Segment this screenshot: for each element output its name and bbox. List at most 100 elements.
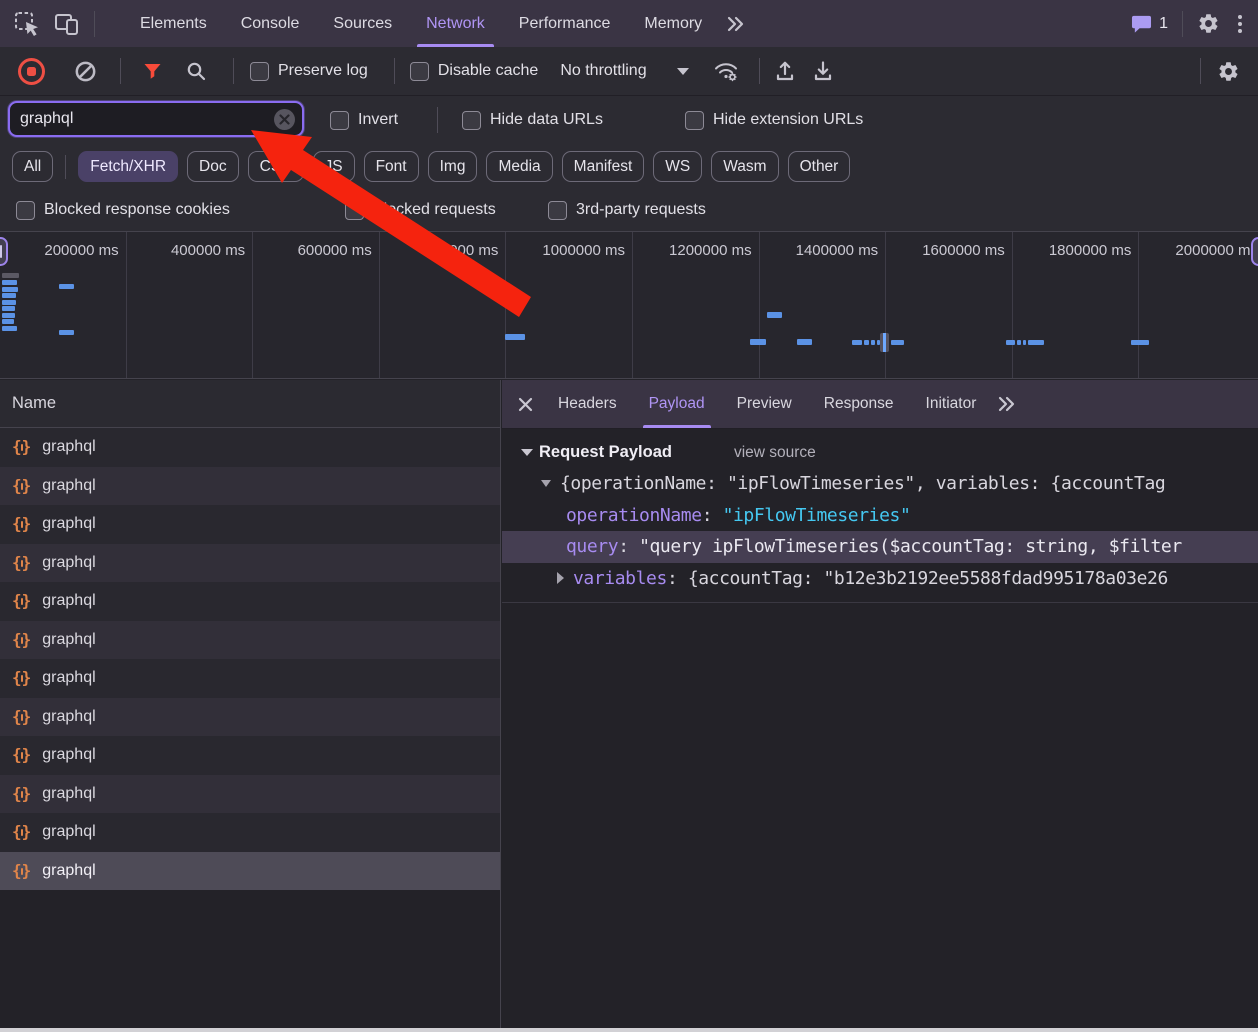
details-tab-headers[interactable]: Headers	[542, 380, 633, 428]
chip-other[interactable]: Other	[788, 151, 851, 182]
request-row[interactable]: {}graphql	[0, 544, 500, 583]
hide-data-urls-checkbox[interactable]	[462, 111, 481, 130]
search-icon[interactable]	[186, 61, 207, 82]
blocked-response-cookies-checkbox[interactable]	[16, 201, 35, 220]
expand-triangle-icon[interactable]	[541, 480, 551, 487]
request-row[interactable]: {}graphql	[0, 659, 500, 698]
invert-checkbox[interactable]	[330, 111, 349, 130]
third-party-requests-checkbox[interactable]	[548, 201, 567, 220]
request-row[interactable]: {}graphql	[0, 736, 500, 775]
fetch-xhr-icon: {}	[12, 555, 31, 571]
request-row[interactable]: {}graphql	[0, 582, 500, 621]
timeline-column: 1200000 ms	[633, 232, 760, 378]
tab-label: Memory	[644, 15, 702, 33]
filter-input-box	[8, 101, 304, 137]
view-source-link[interactable]: view source	[734, 444, 816, 462]
tab-sources[interactable]: Sources	[316, 0, 409, 47]
details-tab-payload[interactable]: Payload	[633, 380, 721, 428]
details-tab-preview[interactable]: Preview	[721, 380, 808, 428]
timeline-tick-label: 2000000 ms	[1175, 242, 1258, 259]
timeline-tick-label: 400000 ms	[171, 242, 245, 259]
fetch-xhr-icon: {}	[12, 670, 31, 686]
chip-manifest[interactable]: Manifest	[562, 151, 645, 182]
fetch-xhr-icon: {}	[12, 709, 31, 725]
overview-left-handle[interactable]	[0, 237, 8, 266]
request-row[interactable]: {}graphql	[0, 505, 500, 544]
settings-gear-icon[interactable]	[1197, 12, 1220, 35]
blocked-response-cookies-label: Blocked response cookies	[44, 201, 230, 219]
expand-triangle-icon[interactable]	[557, 572, 564, 584]
payload-operation-row[interactable]: operationName: "ipFlowTimeseries"	[502, 500, 1258, 532]
request-row[interactable]: {}graphql	[0, 428, 500, 467]
preserve-log-checkbox[interactable]	[250, 62, 269, 81]
request-row[interactable]: {}graphql	[0, 621, 500, 660]
export-har-icon[interactable]	[812, 60, 834, 82]
clear-filter-icon[interactable]	[274, 109, 295, 130]
overview-right-handle[interactable]	[1251, 237, 1258, 266]
waterfall-bar	[797, 339, 812, 345]
chip-font[interactable]: Font	[364, 151, 419, 182]
chip-img[interactable]: Img	[428, 151, 478, 182]
chip-wasm[interactable]: Wasm	[711, 151, 778, 182]
timeline-tick-label: 1200000 ms	[669, 242, 752, 259]
payload-variables-row[interactable]: variables: {accountTag: "b12e3b2192ee558…	[502, 563, 1258, 595]
details-tab-initiator[interactable]: Initiator	[910, 380, 993, 428]
tab-elements[interactable]: Elements	[123, 0, 224, 47]
network-settings-gear-icon[interactable]	[1217, 60, 1240, 83]
waterfall-bar	[2, 306, 15, 311]
name-column-header[interactable]: Name	[0, 380, 500, 428]
timeline-tick-label: 1400000 ms	[796, 242, 879, 259]
filter-funnel-icon[interactable]	[143, 63, 162, 80]
record-network-log-button[interactable]	[18, 58, 45, 85]
tab-memory[interactable]: Memory	[627, 0, 719, 47]
tab-console[interactable]: Console	[224, 0, 317, 47]
close-details-icon[interactable]	[508, 380, 542, 428]
chip-label: WS	[665, 158, 690, 176]
requests-list: {}graphql{}graphql{}graphql{}graphql{}gr…	[0, 428, 500, 890]
clear-network-log-icon[interactable]	[74, 60, 97, 83]
chip-js[interactable]: JS	[313, 151, 355, 182]
more-options-kebab-icon[interactable]	[1234, 11, 1246, 37]
fetch-xhr-icon: {}	[12, 863, 31, 879]
blocked-requests-checkbox[interactable]	[345, 201, 364, 220]
device-toolbar-icon[interactable]	[54, 11, 80, 37]
chip-label: Doc	[199, 158, 227, 176]
hide-extension-urls-checkbox[interactable]	[685, 111, 704, 130]
request-row[interactable]: {}graphql	[0, 775, 500, 814]
waterfall-bar	[1131, 340, 1149, 345]
throttling-select[interactable]: No throttling	[560, 62, 688, 80]
details-tab-response[interactable]: Response	[808, 380, 910, 428]
more-tabs-icon[interactable]	[725, 14, 745, 34]
issues-counter[interactable]: 1	[1131, 14, 1168, 34]
chip-css[interactable]: CSS	[248, 151, 304, 182]
payload-root-row[interactable]: {operationName: "ipFlowTimeseries", vari…	[502, 468, 1258, 500]
chip-doc[interactable]: Doc	[187, 151, 239, 182]
request-row[interactable]: {}graphql	[0, 698, 500, 737]
filter-input[interactable]	[10, 110, 274, 128]
waterfall-bar	[505, 334, 525, 340]
network-conditions-icon[interactable]	[713, 60, 739, 82]
inspect-element-icon[interactable]	[14, 11, 40, 37]
request-row[interactable]: {}graphql	[0, 813, 500, 852]
request-payload-title: Request Payload	[539, 443, 672, 462]
request-row[interactable]: {}graphql	[0, 852, 500, 891]
request-name: graphql	[42, 823, 95, 841]
more-details-tabs-icon[interactable]	[996, 394, 1016, 414]
resource-type-chips: All Fetch/XHR Doc CSS JS Font Img Media Manifest…	[0, 144, 1258, 189]
collapse-triangle-icon[interactable]	[521, 449, 533, 456]
fetch-xhr-icon: {}	[12, 439, 31, 455]
chip-fetch-xhr[interactable]: Fetch/XHR	[78, 151, 178, 182]
network-overview-timeline[interactable]: 200000 ms400000 ms600000 ms800000 ms1000…	[0, 231, 1258, 379]
chip-media[interactable]: Media	[486, 151, 552, 182]
timeline-tick-label: 1600000 ms	[922, 242, 1005, 259]
disable-cache-checkbox[interactable]	[410, 62, 429, 81]
divider	[120, 58, 121, 84]
timeline-column: 2000000 ms	[1139, 232, 1258, 378]
tab-performance[interactable]: Performance	[502, 0, 628, 47]
chip-all[interactable]: All	[12, 151, 53, 182]
tab-network[interactable]: Network	[409, 0, 502, 47]
chip-ws[interactable]: WS	[653, 151, 702, 182]
import-har-icon[interactable]	[774, 60, 796, 82]
payload-query-row-selected[interactable]: query: "query ipFlowTimeseries($accountT…	[502, 531, 1258, 563]
request-row[interactable]: {}graphql	[0, 467, 500, 506]
